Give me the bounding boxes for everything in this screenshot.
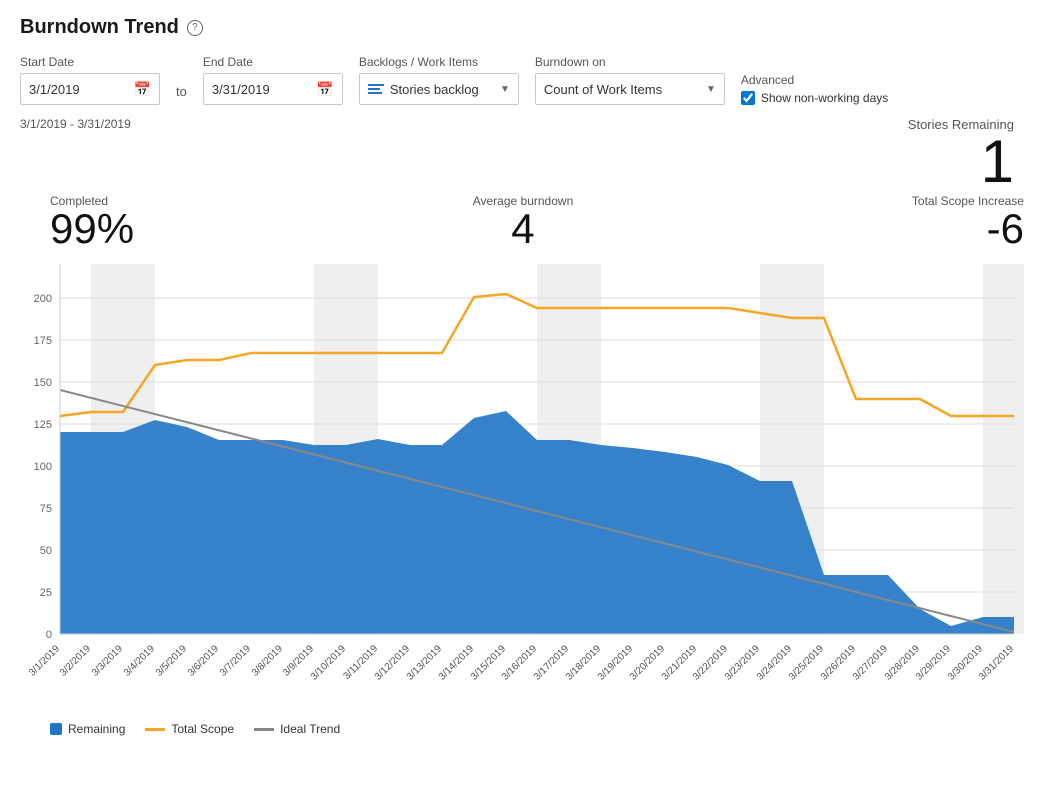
burndown-dropdown[interactable]: Count of Work Items ▼ [535, 73, 725, 105]
advanced-label: Advanced [741, 73, 888, 87]
legend-total-scope-label: Total Scope [171, 722, 234, 736]
avg-burndown-value: 4 [473, 208, 574, 250]
xlabel-1: 3/1/2019 [27, 643, 63, 679]
show-nonworking-wrap: Show non-working days [741, 91, 888, 105]
xlabel-2: 3/2/2019 [58, 643, 94, 679]
xlabel-5: 3/5/2019 [154, 643, 190, 679]
chart-legend: Remaining Total Scope Ideal Trend [20, 722, 1024, 736]
start-date-input-wrap[interactable]: 3/1/2019 📅 [20, 73, 160, 105]
burndown-value: Count of Work Items [544, 82, 702, 97]
controls-bar: Start Date 3/1/2019 📅 to End Date 3/31/2… [20, 55, 1024, 105]
xlabel-3: 3/3/2019 [90, 643, 126, 679]
backlogs-label: Backlogs / Work Items [359, 55, 519, 69]
show-nonworking-checkbox[interactable] [741, 91, 755, 105]
page-header: Burndown Trend ? [20, 16, 1024, 39]
xlabel-4: 3/4/2019 [122, 643, 158, 679]
total-scope-color-swatch [145, 728, 165, 731]
x-axis: 3/1/2019 3/2/2019 3/3/2019 3/4/2019 3/5/… [27, 643, 1017, 683]
ylabel-125: 125 [34, 419, 52, 431]
ylabel-0: 0 [46, 629, 52, 641]
xlabel-8: 3/8/2019 [250, 643, 286, 679]
ideal-trend-color-swatch [254, 728, 274, 731]
stats-row: Completed 99% Average burndown 4 Total S… [20, 194, 1024, 250]
xlabel-7: 3/7/2019 [218, 643, 254, 679]
burndown-label: Burndown on [535, 55, 725, 69]
ylabel-25: 25 [40, 587, 52, 599]
ylabel-50: 50 [40, 545, 52, 557]
remaining-color-swatch [50, 723, 62, 735]
start-date-input[interactable]: 3/1/2019 [29, 82, 130, 97]
chart-area: 0 25 50 75 100 125 150 175 200 [20, 254, 1024, 714]
ylabel-75: 75 [40, 503, 52, 515]
stories-remaining-block: Stories Remaining 1 [908, 117, 1024, 192]
legend-remaining-label: Remaining [68, 722, 125, 736]
weekend-band-5 [983, 264, 1024, 634]
backlogs-group: Backlogs / Work Items Stories backlog ▼ [359, 55, 519, 105]
remaining-area [60, 411, 1014, 634]
end-date-group: End Date 3/31/2019 📅 [203, 55, 343, 105]
completed-stat: Completed 99% [50, 194, 134, 250]
start-date-label: Start Date [20, 55, 160, 69]
start-date-group: Start Date 3/1/2019 📅 [20, 55, 160, 105]
completed-value: 99% [50, 208, 134, 250]
avg-burndown-stat: Average burndown 4 [473, 194, 574, 250]
end-date-input-wrap[interactable]: 3/31/2019 📅 [203, 73, 343, 105]
burndown-chevron-icon: ▼ [706, 84, 716, 95]
date-range-text: 3/1/2019 - 3/31/2019 [20, 117, 131, 131]
to-separator: to [176, 84, 187, 99]
advanced-group: Advanced Show non-working days [741, 73, 888, 105]
xlabel-6: 3/6/2019 [186, 643, 222, 679]
chart-date-range: 3/1/2019 - 3/31/2019 Stories Remaining 1 [20, 117, 1024, 192]
burndown-group: Burndown on Count of Work Items ▼ [535, 55, 725, 105]
backlogs-chevron-icon: ▼ [500, 84, 510, 95]
burndown-chart: 0 25 50 75 100 125 150 175 200 [20, 254, 1024, 714]
ylabel-150: 150 [34, 377, 52, 389]
legend-ideal-trend: Ideal Trend [254, 722, 340, 736]
end-date-label: End Date [203, 55, 343, 69]
page-container: Burndown Trend ? Start Date 3/1/2019 📅 t… [0, 0, 1044, 797]
end-date-calendar-icon[interactable]: 📅 [316, 81, 333, 98]
show-nonworking-label: Show non-working days [761, 91, 888, 105]
backlogs-value: Stories backlog [390, 82, 496, 97]
stories-remaining-value: 1 [981, 132, 1014, 192]
total-scope-value: -6 [987, 208, 1024, 250]
ylabel-200: 200 [34, 293, 52, 305]
legend-remaining: Remaining [50, 722, 125, 736]
legend-ideal-trend-label: Ideal Trend [280, 722, 340, 736]
total-scope-stat: Total Scope Increase -6 [912, 194, 1024, 250]
page-title: Burndown Trend [20, 16, 179, 39]
backlog-icon [368, 84, 384, 94]
legend-total-scope: Total Scope [145, 722, 234, 736]
ylabel-175: 175 [34, 335, 52, 347]
ylabel-100: 100 [34, 461, 52, 473]
help-icon[interactable]: ? [187, 20, 203, 36]
backlogs-dropdown[interactable]: Stories backlog ▼ [359, 73, 519, 105]
start-date-calendar-icon[interactable]: 📅 [134, 81, 151, 98]
end-date-input[interactable]: 3/31/2019 [212, 82, 313, 97]
